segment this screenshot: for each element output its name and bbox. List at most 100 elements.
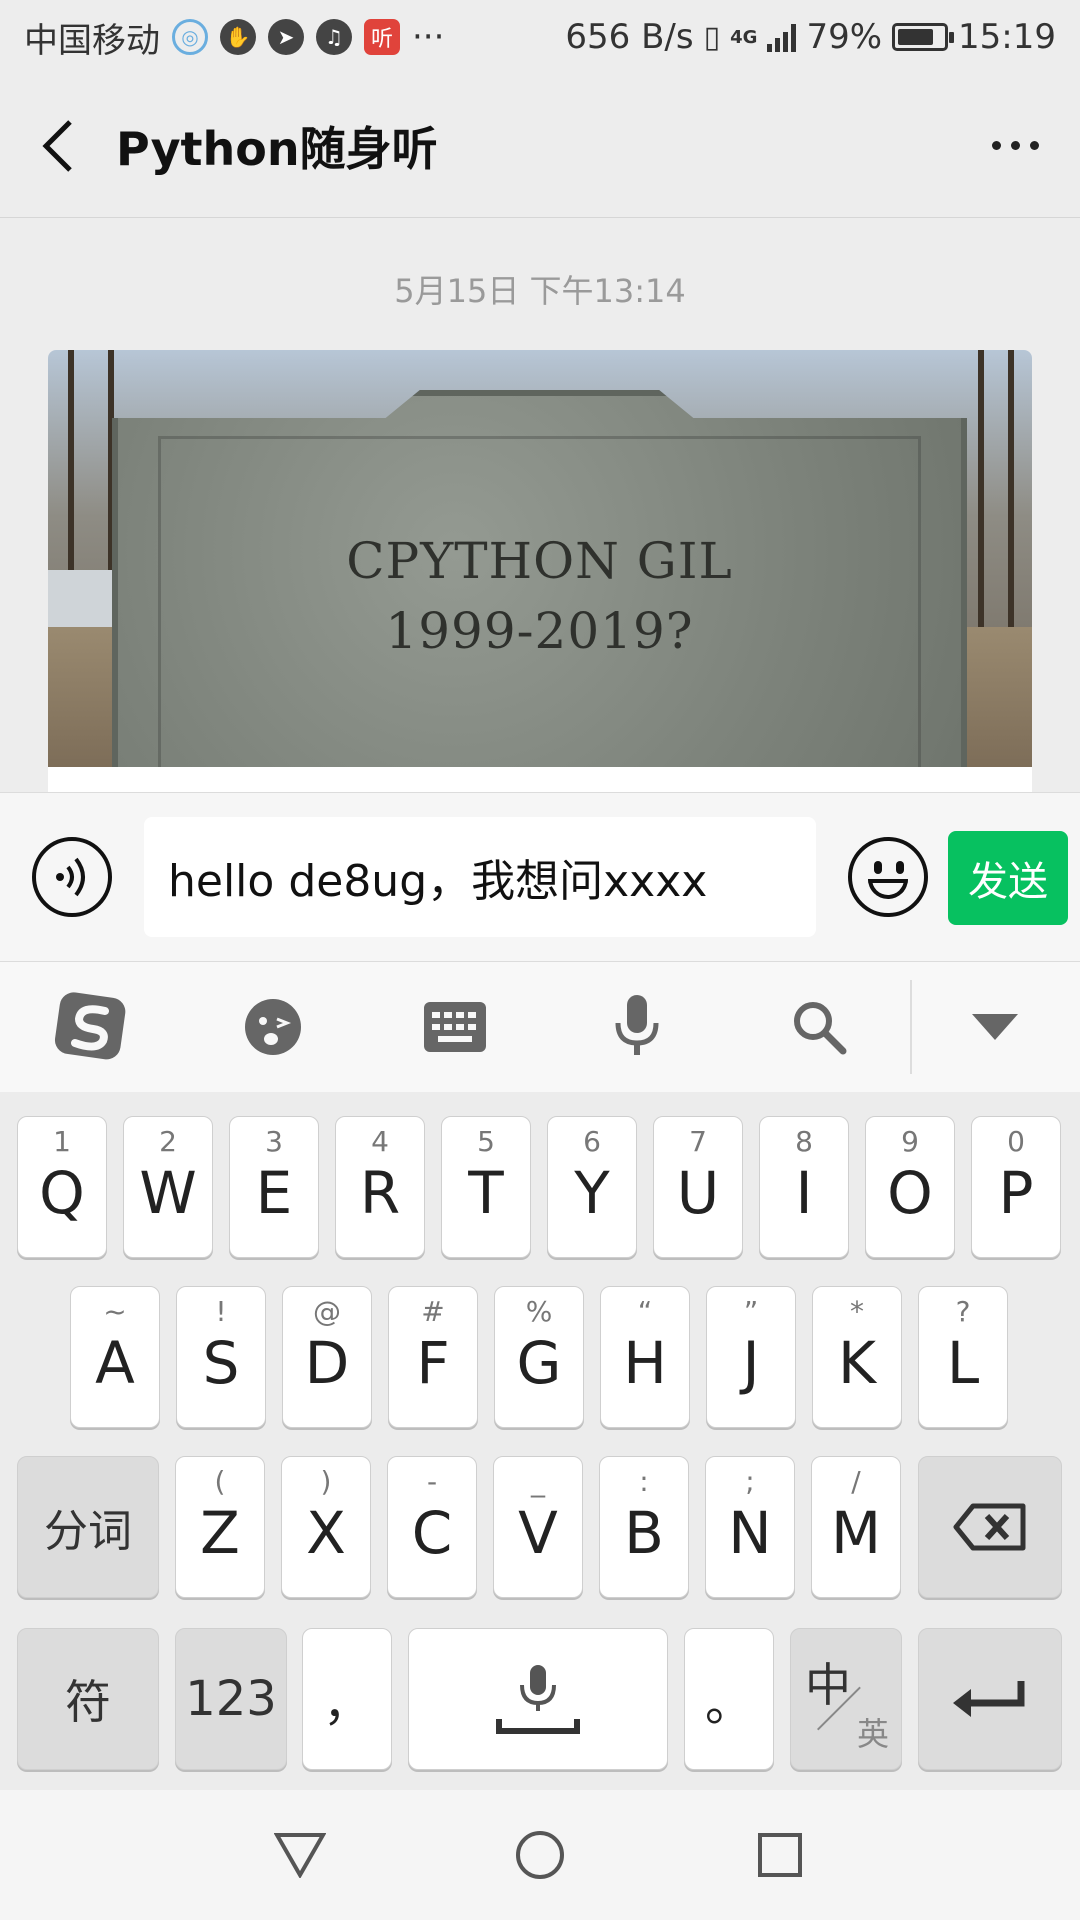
lang-zh-label: 中 [805, 1658, 851, 1712]
sogou-logo-button[interactable] [16, 962, 166, 1092]
collapse-keyboard-button[interactable] [920, 962, 1070, 1092]
square-recents-icon [758, 1833, 802, 1877]
chat-area[interactable]: 5月15日 下午13:14 CPYTHON GIL 1999-2019? [0, 218, 1080, 792]
signal-icon [767, 22, 797, 52]
comma-key[interactable]: ， [302, 1628, 392, 1770]
key-primary-label: O [887, 1159, 933, 1227]
ting-icon: 听 [364, 19, 400, 55]
battery-icon [892, 23, 955, 51]
key-d[interactable]: @ D [282, 1286, 372, 1428]
key-g[interactable]: % G [494, 1286, 584, 1428]
tombstone-image[interactable]: CPYTHON GIL 1999-2019? [48, 350, 1032, 767]
key-secondary-label: / [851, 1465, 861, 1498]
nav-back-button[interactable] [260, 1815, 340, 1895]
key-a[interactable]: ~ A [70, 1286, 160, 1428]
more-button[interactable] [950, 74, 1080, 218]
send-button[interactable]: 发送 [948, 831, 1068, 925]
key-secondary-label: 3 [265, 1125, 283, 1158]
toolbar-divider [910, 980, 912, 1074]
key-y[interactable]: 6Y [547, 1116, 637, 1258]
key-primary-label: B [624, 1499, 664, 1567]
key-primary-label: E [255, 1159, 293, 1227]
key-j[interactable]: ” J [706, 1286, 796, 1428]
key-secondary-label: @ [313, 1295, 341, 1328]
lang-en-label: 英 [856, 1715, 889, 1753]
key-p[interactable]: 0P [971, 1116, 1061, 1258]
key-k[interactable]: * K [812, 1286, 902, 1428]
key-primary-label: J [742, 1329, 760, 1397]
keyboard-button[interactable] [380, 962, 530, 1092]
send-icon: ➤ [268, 19, 304, 55]
key-s[interactable]: ! S [176, 1286, 266, 1428]
nav-home-button[interactable] [500, 1815, 580, 1895]
backspace-icon-wrap [919, 1457, 1061, 1597]
battery-fill [898, 29, 934, 45]
key-t[interactable]: 5T [441, 1116, 531, 1258]
key-i[interactable]: 8I [759, 1116, 849, 1258]
voice-ime-button[interactable] [562, 962, 712, 1092]
key-primary-label: G [516, 1329, 562, 1397]
nav-recents-button[interactable] [740, 1815, 820, 1895]
key-primary-label: F [416, 1329, 450, 1397]
key-primary-label: W [139, 1159, 197, 1227]
key-x[interactable]: ) X [281, 1456, 371, 1598]
dot-icon [1010, 141, 1020, 150]
key-secondary-label: 0 [1007, 1125, 1025, 1158]
input-bar: hello de8ug，我想问xxxx 发送 [0, 792, 1080, 962]
back-button[interactable] [0, 74, 116, 218]
status-overflow: ··· [412, 17, 445, 57]
key-primary-label: T [468, 1159, 504, 1227]
voice-input-button[interactable] [32, 837, 112, 917]
key-primary-label: M [830, 1499, 882, 1567]
message-timestamp: 5月15日 下午13:14 [394, 272, 686, 310]
key-primary-label: Q [39, 1159, 85, 1227]
key-secondary-label: * [850, 1295, 864, 1328]
key-h[interactable]: “H [600, 1286, 690, 1428]
period-key[interactable]: 。 [684, 1628, 774, 1770]
key-o[interactable]: 9O [865, 1116, 955, 1258]
key-w[interactable]: 2W [123, 1116, 213, 1258]
key-primary-label: V [518, 1499, 558, 1567]
key-secondary-label: 7 [689, 1125, 707, 1158]
numbers-key[interactable]: 123 [175, 1628, 287, 1770]
key-primary-label: H [623, 1329, 667, 1397]
key-q[interactable]: 1Q [17, 1116, 107, 1258]
search-button[interactable] [744, 962, 894, 1092]
emoji-face-button[interactable] [198, 962, 348, 1092]
key-l[interactable]: ? L [918, 1286, 1008, 1428]
language-switch-key[interactable]: 中 英 [790, 1628, 902, 1770]
keyboard: 1Q2W3E4R5T6Y7U8I9O0P ~ A! S @ D # F% G “H” J * K? L … [0, 1092, 1080, 1790]
key-n[interactable]: ; N [705, 1456, 795, 1598]
key-primary-label: Z [200, 1499, 240, 1567]
audio-icon: ♫ [316, 19, 352, 55]
article-card[interactable]: CPYTHON GIL 1999-2019? [48, 350, 1032, 792]
key-secondary-label: ) [320, 1465, 332, 1498]
battery-percent: 79% [806, 17, 883, 57]
fenci-key[interactable]: 分词 [17, 1456, 159, 1598]
key-c[interactable]: -C [387, 1456, 477, 1598]
key-e[interactable]: 3E [229, 1116, 319, 1258]
space-key[interactable] [408, 1628, 668, 1770]
key-secondary-label: ” [743, 1295, 759, 1328]
enter-key[interactable] [918, 1628, 1062, 1770]
key-m[interactable]: / M [811, 1456, 901, 1598]
dot-icon [1029, 141, 1039, 150]
key-u[interactable]: 7U [653, 1116, 743, 1258]
key-z[interactable]: (Z [175, 1456, 265, 1598]
message-input[interactable]: hello de8ug，我想问xxxx [144, 817, 816, 937]
tree-trunk [1008, 350, 1014, 630]
key-f[interactable]: # F [388, 1286, 478, 1428]
emoji-button[interactable] [848, 837, 928, 917]
circle-home-icon [516, 1831, 564, 1879]
key-r[interactable]: 4R [335, 1116, 425, 1258]
period-label: 。 [704, 1676, 753, 1732]
clock: 15:19 [958, 17, 1056, 57]
key-primary-label: U [676, 1159, 720, 1227]
key-v[interactable]: _ V [493, 1456, 583, 1598]
key-b[interactable]: :B [599, 1456, 689, 1598]
key-secondary-label: 2 [159, 1125, 177, 1158]
backspace-key[interactable] [918, 1456, 1062, 1598]
symbols-key[interactable]: 符 [17, 1628, 159, 1770]
tombstone-text-line1: CPYTHON GIL [346, 532, 733, 590]
key-primary-label: K [837, 1329, 877, 1397]
